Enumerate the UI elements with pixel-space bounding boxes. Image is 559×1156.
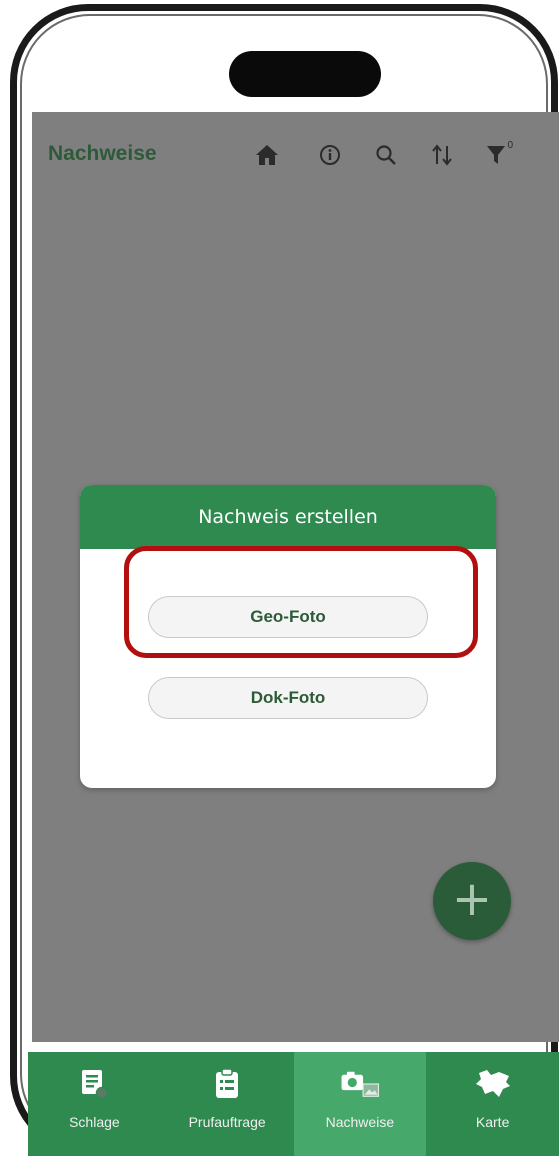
filter-count-badge: 0	[507, 140, 513, 151]
sort-icon[interactable]	[425, 138, 459, 172]
dialog-title: Nachweis erstellen	[198, 506, 378, 528]
plus-icon: +	[451, 871, 493, 927]
dynamic-island	[229, 51, 381, 97]
filter-icon[interactable]: 0	[480, 138, 514, 172]
bottom-tab-bar: Schlage Prufauftrage Nachweise Karte	[28, 1052, 559, 1156]
tab-schlage[interactable]: Schlage	[28, 1052, 161, 1156]
tab-nachweise[interactable]: Nachweise	[293, 1052, 427, 1156]
camera-gallery-icon	[340, 1064, 380, 1104]
tab-label: Karte	[475, 1114, 510, 1130]
search-icon[interactable]	[369, 138, 403, 172]
clipboard-icon	[207, 1064, 247, 1104]
info-icon[interactable]	[313, 138, 347, 172]
dok-foto-button[interactable]: Dok-Foto	[148, 677, 428, 719]
tab-label: Nachweise	[325, 1114, 395, 1130]
home-icon[interactable]	[250, 138, 284, 172]
fields-icon	[74, 1064, 114, 1104]
map-region-icon	[473, 1064, 513, 1104]
tab-label: Prufauftrage	[188, 1114, 266, 1130]
app-header: Nachweise 0	[32, 112, 559, 202]
tab-prufauftrage[interactable]: Prufauftrage	[161, 1052, 294, 1156]
highlight-box	[124, 546, 478, 658]
add-fab-button[interactable]: +	[433, 862, 511, 940]
tab-karte[interactable]: Karte	[426, 1052, 559, 1156]
dialog-header: Nachweis erstellen	[80, 485, 496, 549]
tab-label: Schlage	[69, 1114, 120, 1130]
page-title: Nachweise	[48, 142, 157, 165]
